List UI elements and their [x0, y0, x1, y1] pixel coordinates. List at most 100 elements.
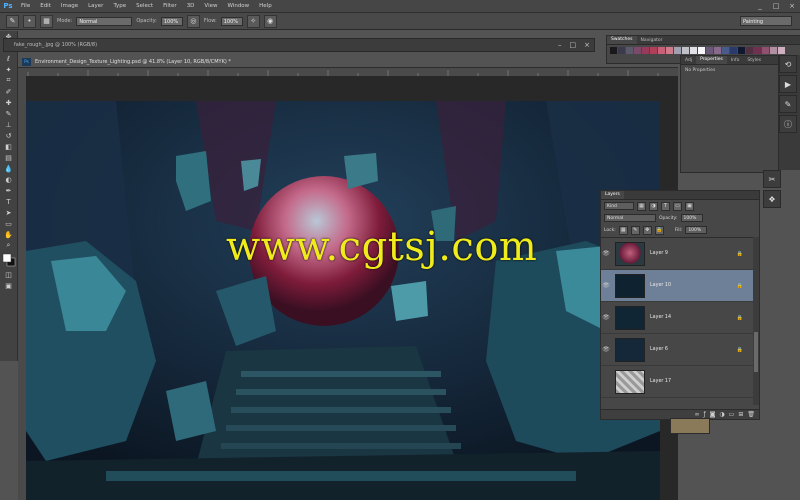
- swatch[interactable]: [714, 47, 721, 54]
- lock-transparent-icon[interactable]: ▦: [618, 225, 628, 235]
- layer-row-selected[interactable]: 👁 Layer 10 🔒: [601, 270, 753, 302]
- workspace-select[interactable]: Painting: [740, 16, 792, 26]
- layer-row[interactable]: 👁 Layer 6 🔒: [601, 334, 753, 366]
- lasso-tool-icon[interactable]: ℓ: [0, 53, 17, 64]
- pen-tool-icon[interactable]: ✒: [0, 185, 17, 196]
- link-layers-icon[interactable]: ∞: [694, 411, 699, 418]
- swatch[interactable]: [698, 47, 705, 54]
- color-swatches-icon[interactable]: [0, 251, 17, 269]
- back-doc-minimize-icon[interactable]: –: [558, 39, 562, 51]
- layer-row[interactable]: 👁 Layer 14 🔒: [601, 302, 753, 334]
- filter-type-icon[interactable]: T: [661, 201, 670, 211]
- brush-panel-icon[interactable]: ▦: [40, 14, 53, 28]
- pressure-size-icon[interactable]: ◉: [263, 14, 277, 28]
- type-tool-icon[interactable]: T: [0, 196, 17, 207]
- layer-style-icon[interactable]: ƒ: [703, 411, 705, 418]
- brush-presets-icon[interactable]: ✎: [779, 95, 797, 113]
- flow-input[interactable]: 100%: [220, 16, 243, 26]
- actions-icon[interactable]: ▶: [779, 75, 797, 93]
- new-group-icon[interactable]: ▭: [729, 411, 735, 418]
- swatch[interactable]: [746, 47, 753, 54]
- zoom-tool-icon[interactable]: ⌕: [0, 240, 17, 251]
- menu-layer[interactable]: Layer: [83, 3, 108, 9]
- brush-tool-icon[interactable]: ✎: [6, 14, 19, 28]
- swatch[interactable]: [738, 47, 745, 54]
- tab-info[interactable]: Info: [727, 58, 744, 63]
- layer-name[interactable]: Layer 6: [650, 347, 668, 352]
- mode-select[interactable]: Normal: [76, 16, 133, 26]
- swatch[interactable]: [730, 47, 737, 54]
- swatch[interactable]: [674, 47, 681, 54]
- swatch[interactable]: [634, 47, 641, 54]
- filter-smart-icon[interactable]: ▣: [685, 201, 694, 211]
- blur-tool-icon[interactable]: 💧: [0, 163, 17, 174]
- menu-edit[interactable]: Edit: [35, 3, 56, 9]
- layer-opacity-input[interactable]: 100%: [680, 214, 703, 222]
- eyedropper-icon[interactable]: ✐: [0, 86, 17, 97]
- healing-tool-icon[interactable]: ✚: [0, 97, 17, 108]
- clone-stamp-icon[interactable]: ⊥: [0, 119, 17, 130]
- menu-view[interactable]: View: [199, 3, 222, 9]
- minimize-button[interactable]: _: [752, 0, 768, 12]
- tools-panel-icon[interactable]: ✂: [763, 170, 781, 188]
- menu-file[interactable]: File: [16, 3, 35, 9]
- back-document-tab[interactable]: fake_rough_.jpg @ 100% (RGB/8): [14, 42, 97, 48]
- back-doc-restore-icon[interactable]: □: [570, 39, 577, 51]
- opacity-input[interactable]: 100%: [160, 16, 183, 26]
- fill-input[interactable]: 100%: [685, 226, 708, 234]
- history-icon[interactable]: ⟲: [779, 55, 797, 73]
- swatch[interactable]: [642, 47, 649, 54]
- swatch[interactable]: [618, 47, 625, 54]
- swatch[interactable]: [706, 47, 713, 54]
- path-select-icon[interactable]: ➤: [0, 207, 17, 218]
- menu-3d[interactable]: 3D: [182, 3, 200, 9]
- swatch[interactable]: [722, 47, 729, 54]
- swatch[interactable]: [626, 47, 633, 54]
- filter-adjust-icon[interactable]: ◑: [649, 201, 658, 211]
- brush-preset-icon[interactable]: •: [23, 14, 36, 28]
- crop-tool-icon[interactable]: ⌗: [0, 75, 17, 86]
- tab-styles[interactable]: Styles: [743, 58, 765, 63]
- menu-filter[interactable]: Filter: [158, 3, 182, 9]
- trash-icon[interactable]: 🗑: [747, 411, 755, 418]
- pressure-opacity-icon[interactable]: ◎: [186, 14, 200, 28]
- swatch[interactable]: [666, 47, 673, 54]
- maximize-button[interactable]: □: [768, 0, 784, 12]
- airbrush-icon[interactable]: ✧: [246, 14, 260, 28]
- tab-swatches[interactable]: Swatches: [607, 36, 637, 44]
- tab-navigator[interactable]: Navigator: [637, 38, 667, 43]
- menu-window[interactable]: Window: [222, 3, 254, 9]
- adjustment-layer-icon[interactable]: ◑: [719, 411, 724, 418]
- document-tab[interactable]: Environment_Design_Texture_Lighting.psd …: [35, 59, 231, 65]
- gradient-tool-icon[interactable]: ▤: [0, 152, 17, 163]
- add-mask-icon[interactable]: ◙: [710, 411, 716, 418]
- lock-image-icon[interactable]: ✎: [630, 225, 640, 235]
- canvas[interactable]: www.cgtsj.com: [26, 76, 678, 500]
- tab-layers[interactable]: Layers: [601, 191, 624, 199]
- blend-mode-select[interactable]: Normal: [604, 214, 656, 222]
- tab-properties[interactable]: Properties: [696, 56, 727, 64]
- layers-panel-icon[interactable]: ❖: [763, 190, 781, 208]
- swatch[interactable]: [770, 47, 777, 54]
- menu-image[interactable]: Image: [56, 3, 83, 9]
- filter-shape-icon[interactable]: ▭: [673, 201, 682, 211]
- swatch[interactable]: [762, 47, 769, 54]
- layers-scrollbar[interactable]: [753, 237, 759, 405]
- brush-tool-icon[interactable]: ✎: [0, 108, 17, 119]
- menu-help[interactable]: Help: [254, 3, 277, 9]
- visibility-icon[interactable]: 👁: [601, 346, 611, 353]
- shape-tool-icon[interactable]: ▭: [0, 218, 17, 229]
- info-icon[interactable]: ⓘ: [779, 115, 797, 133]
- tab-adjustments[interactable]: Adj: [681, 58, 696, 63]
- visibility-icon[interactable]: 👁: [601, 250, 611, 257]
- swatch[interactable]: [778, 47, 785, 54]
- filter-pixel-icon[interactable]: ▦: [637, 201, 646, 211]
- layer-name[interactable]: Layer 9: [650, 251, 668, 256]
- swatch[interactable]: [658, 47, 665, 54]
- layer-kind-filter[interactable]: Kind: [604, 202, 634, 210]
- menu-type[interactable]: Type: [108, 3, 131, 9]
- swatch[interactable]: [754, 47, 761, 54]
- back-document-window[interactable]: fake_rough_.jpg @ 100% (RGB/8) – □ ×: [3, 38, 595, 52]
- swatch[interactable]: [682, 47, 689, 54]
- lock-all-icon[interactable]: 🔒: [654, 225, 664, 235]
